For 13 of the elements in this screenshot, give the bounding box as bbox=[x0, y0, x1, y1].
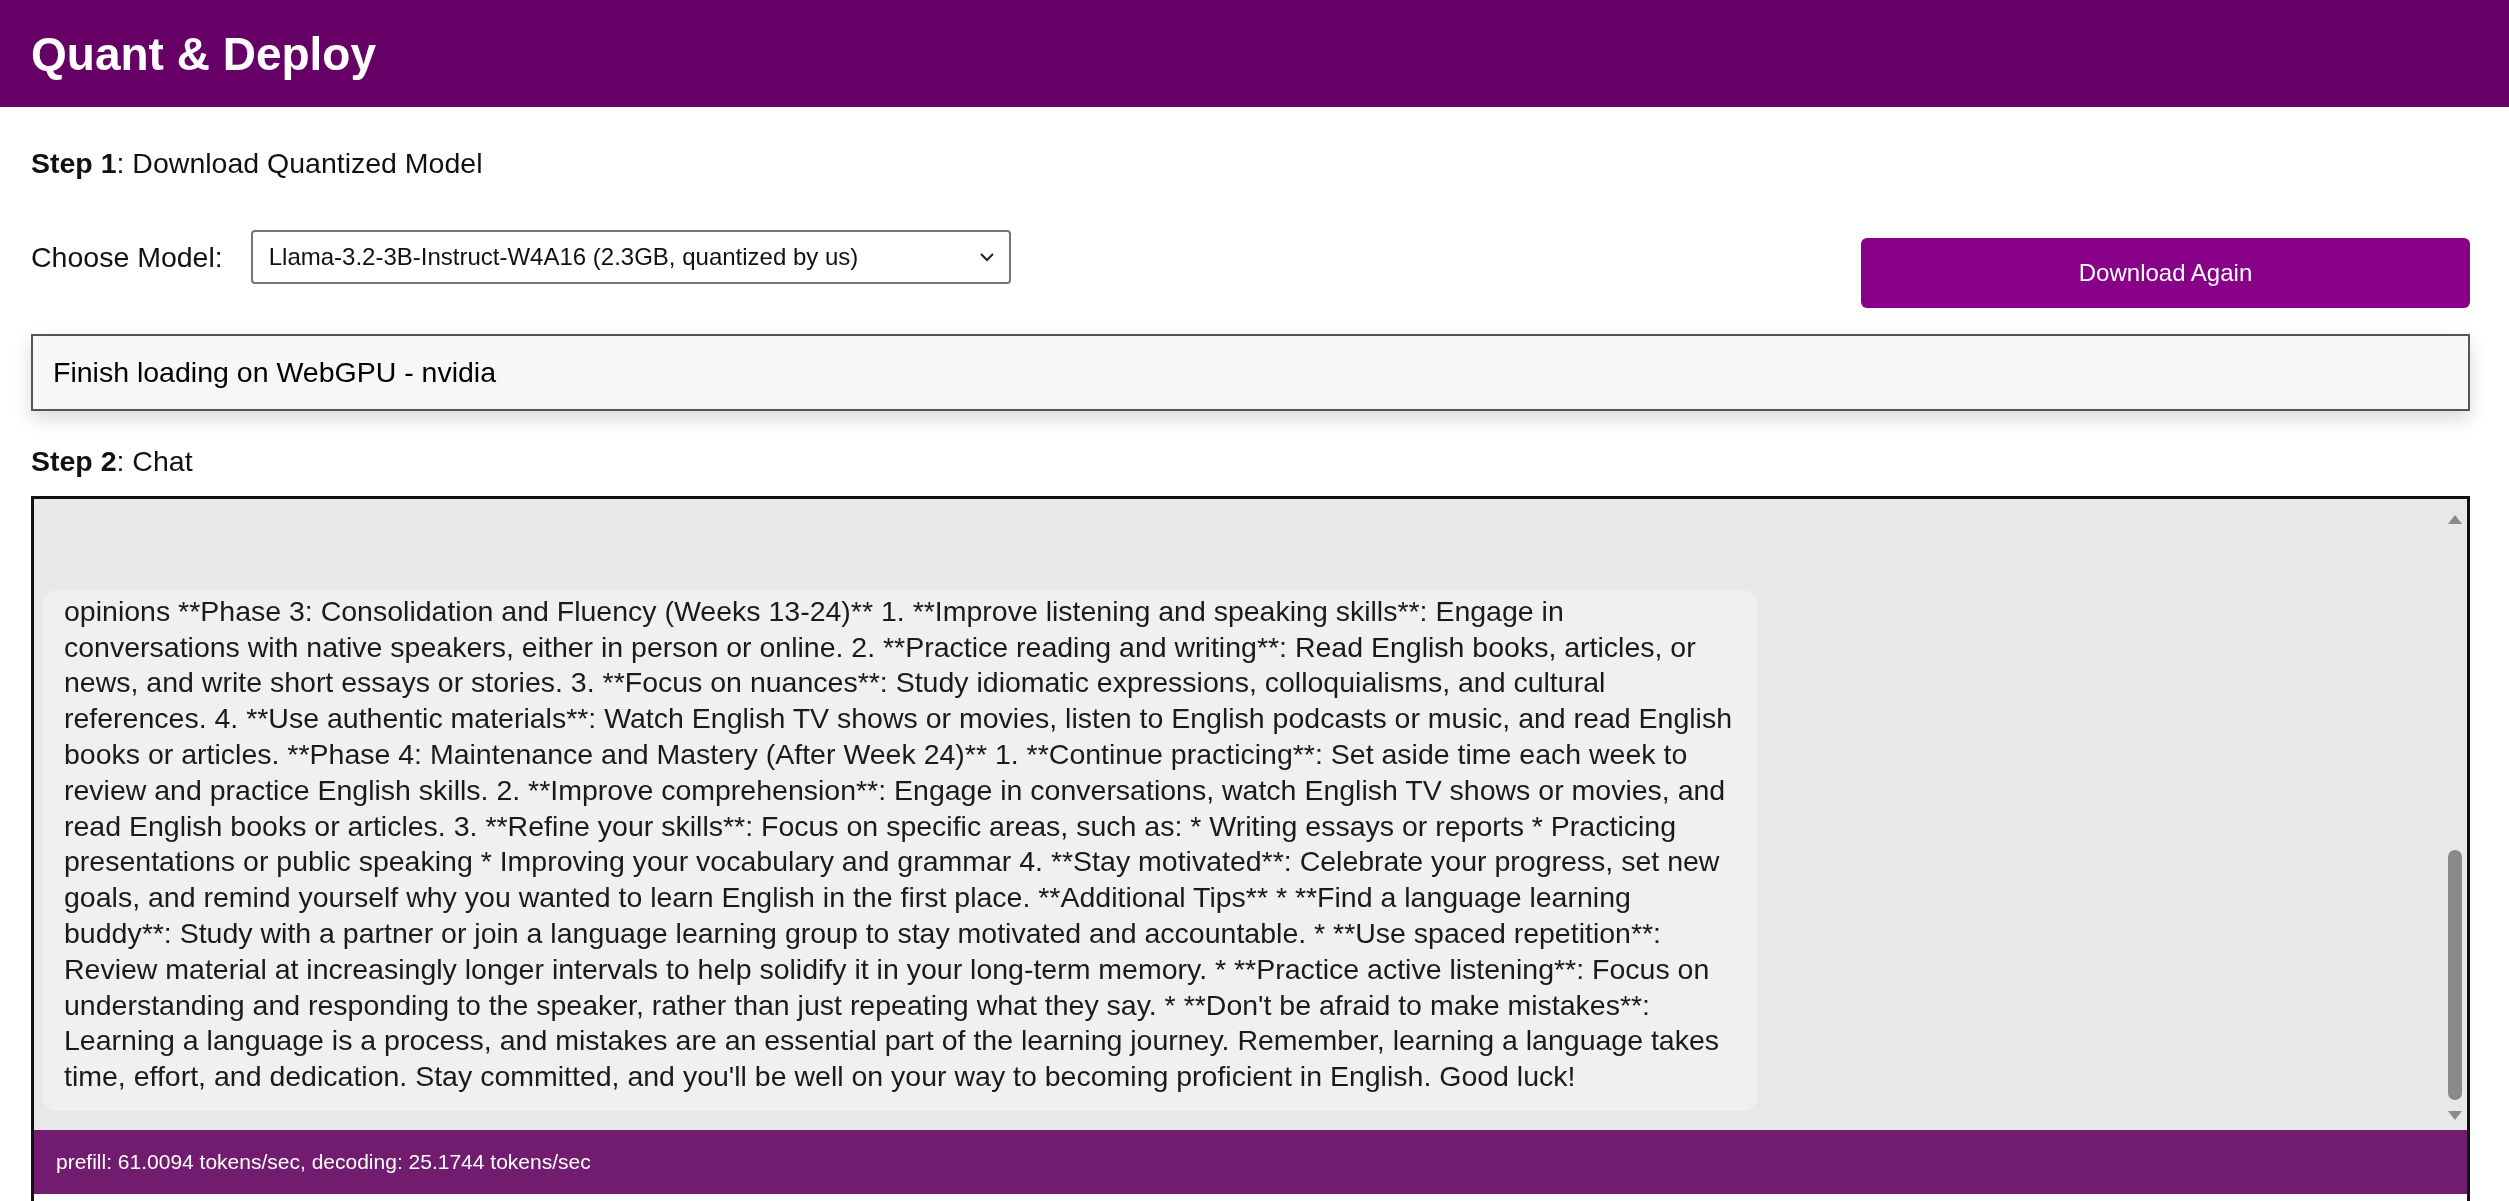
step-heading: Step 2: Chat bbox=[31, 445, 194, 478]
status-message: Finish loading on WebGPU - nvidia bbox=[31, 334, 2470, 411]
chat-message: opinions **Phase 3: Consolidation and Fluency (Weeks 13-24)** 1. **Improve listening and speaking skills**: Engage in conversations with native speakers, either in person or online. 2. **Practice reading and writing**: Read English books, articles, or news, and write short essays or stories. 3. **Focus on nuances**: Study idiomatic expressions, colloquialisms, and cultural references. 4. **Use authentic materials**: Watch English TV shows or movies, listen to English podcasts or music, and read English books or articles. **Phase 4: Maintenance and Mastery (After Week 24)** 1. **Continue practicing**: Set aside time each week to review and practice English skills. 2. **Improve comprehension**: Engage in conversations, watch English TV shows or movies, and read English books or articles. 3. **Refine your skills**: Focus on specific areas, such as: * Writing essays or reports * Practicing presentations or public speaking * Improving your vocabulary and grammar 4. **Stay motivated**: Celebrate your progress, set new goals, and remind yourself why you wanted to learn English in the first place. **Additional Tips** * **Find a language learning buddy**: Study with a partner or join a language learning group to stay motivated and accountable. * **Use spaced repetition**: Review material at increasingly longer intervals to help solidify it in your long-term memory. * **Practice active listening**: Focus on understanding and responding to the speaker, rather than just repeating what they say. * **Don't be afraid to make mistakes**: Learning a language is a process, and mistakes are an essential part of the learning journey. Remember, learning a language takes time, effort, and dedication. Stay committed, and you'll be well on your way to becoming proficient in English. Good luck! bbox=[42, 589, 1758, 1111]
speed-stats: prefill: 61.0094 tokens/sec, decoding: 25.1744 tokens/sec bbox=[56, 1150, 591, 1174]
chevron-down-icon bbox=[978, 252, 995, 262]
scroll-down-icon[interactable] bbox=[2447, 1110, 2463, 1122]
scrollbar-thumb[interactable] bbox=[2448, 850, 2462, 1100]
step-heading: Step 1: Download Quantized Model bbox=[31, 147, 484, 180]
app-title: Quant & Deploy bbox=[31, 26, 377, 81]
scroll-up-icon[interactable] bbox=[2447, 513, 2463, 525]
model-dropdown[interactable]: Llama-3.2-3B-Instruct-W4A16 (2.3GB, quantized by us) bbox=[250, 230, 1011, 284]
model-label: Choose Model: bbox=[31, 240, 223, 274]
download-button[interactable]: Download Again bbox=[1861, 238, 2470, 308]
